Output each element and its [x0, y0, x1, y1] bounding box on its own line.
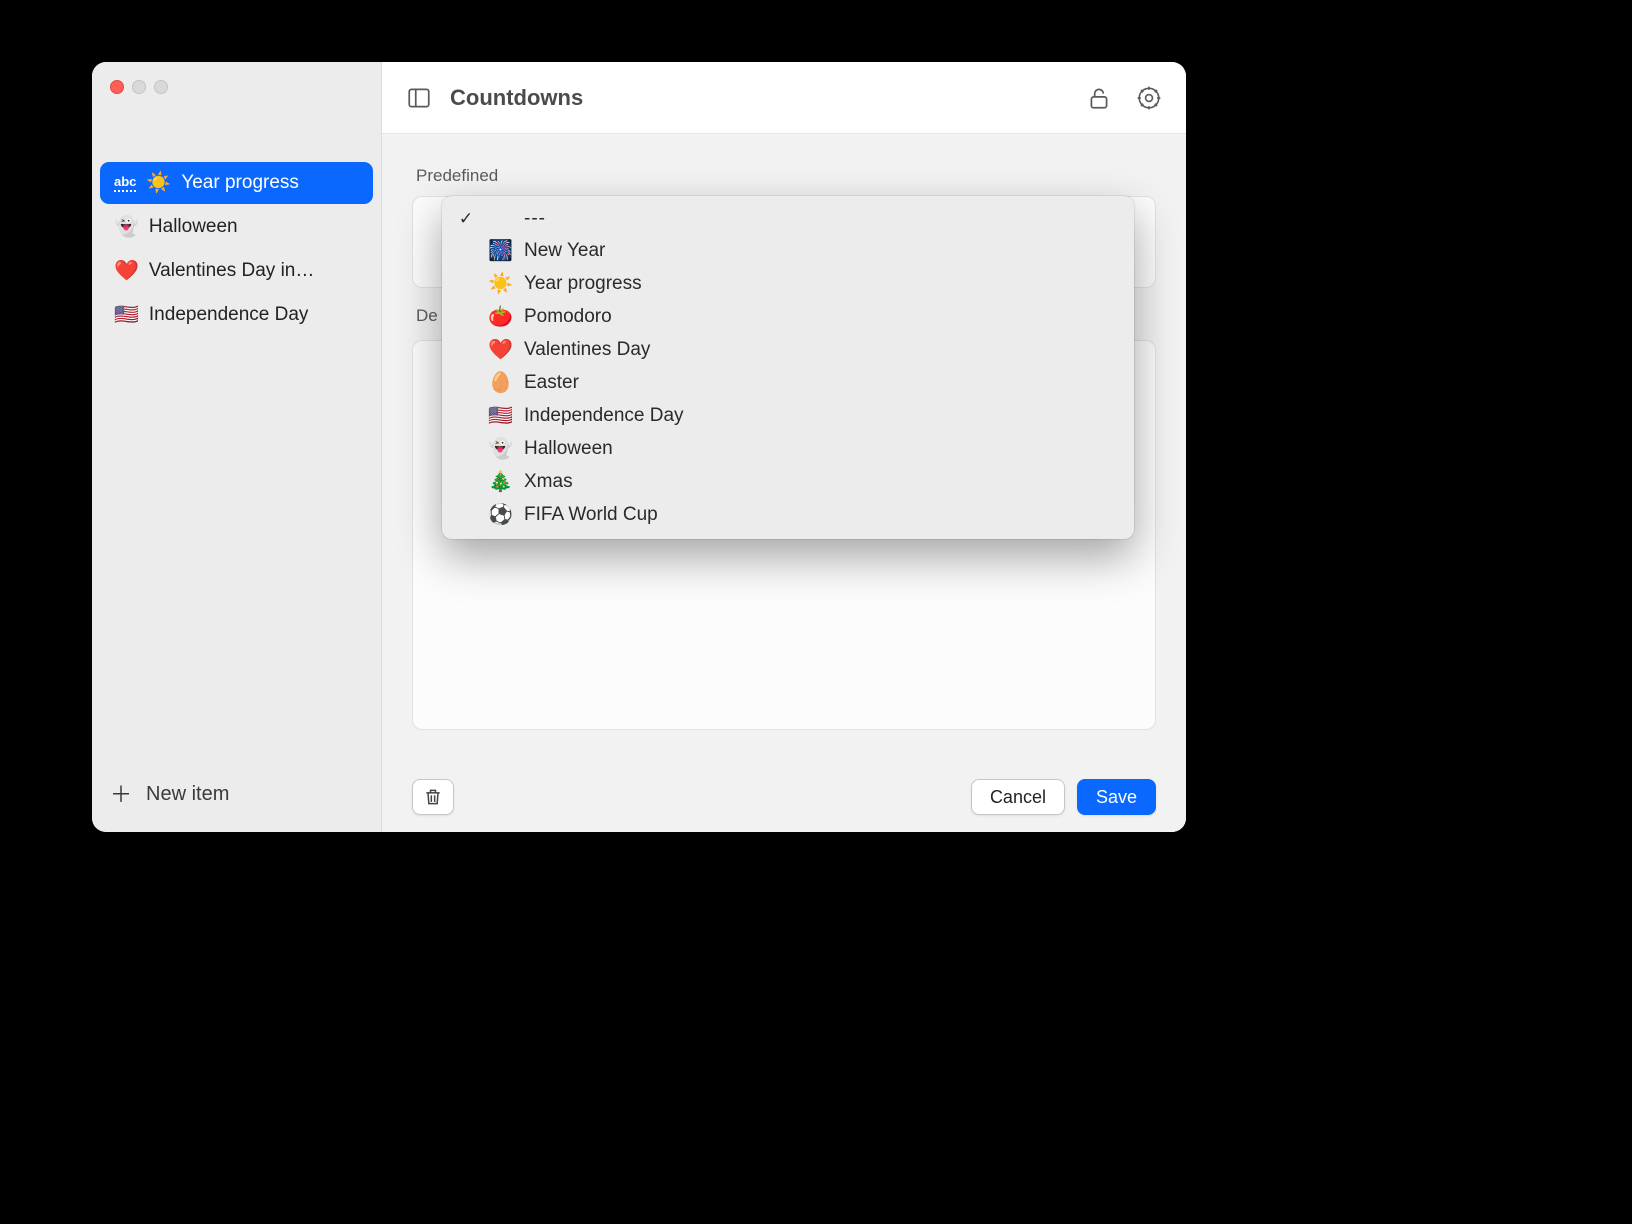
cancel-button[interactable]: Cancel — [971, 779, 1065, 815]
page-title: Countdowns — [450, 85, 583, 111]
ghost-icon: 👻 — [114, 217, 139, 237]
us-flag-icon: 🇺🇸 — [114, 305, 139, 325]
delete-button[interactable] — [412, 779, 454, 815]
gear-icon — [1136, 85, 1162, 111]
unlocked-icon — [1086, 85, 1112, 111]
dropdown-option-valentines[interactable]: ❤️ Valentines Day — [442, 333, 1134, 366]
predefined-dropdown-menu: ✓ --- 🎆 New Year ☀️ Year progress 🍅 — [442, 196, 1134, 539]
dropdown-option-independence-day[interactable]: 🇺🇸 Independence Day — [442, 399, 1134, 432]
tomato-icon: 🍅 — [488, 304, 512, 329]
heart-icon: ❤️ — [114, 261, 139, 281]
app-window: abc ☀️ Year progress 👻 Halloween ❤️ Vale… — [92, 62, 1186, 832]
dropdown-option-easter[interactable]: 🥚 Easter — [442, 366, 1134, 399]
option-label: Independence Day — [524, 405, 684, 427]
ghost-icon: 👻 — [488, 436, 512, 461]
window-controls — [92, 62, 381, 114]
sidebar-item-label: Year progress — [181, 172, 299, 194]
sun-icon: ☀️ — [146, 173, 171, 193]
rename-indicator: abc — [114, 174, 136, 192]
form-content: Predefined De ✓ --- 🎆 New Year ☀️ — [382, 134, 1186, 762]
sidebar-toggle-button[interactable] — [406, 85, 432, 111]
sidebar-item-label: Valentines Day in… — [149, 260, 314, 282]
sidebar-item-label: Independence Day — [149, 304, 309, 326]
option-label: FIFA World Cup — [524, 504, 658, 526]
sidebar-item-label: Halloween — [149, 216, 238, 238]
dropdown-option-year-progress[interactable]: ☀️ Year progress — [442, 267, 1134, 300]
action-bar: Cancel Save — [382, 762, 1186, 832]
sidebar-toggle-icon — [406, 85, 432, 111]
sidebar-item-year-progress[interactable]: abc ☀️ Year progress — [100, 162, 373, 204]
close-window-button[interactable] — [110, 80, 124, 94]
fireworks-icon: 🎆 — [488, 238, 512, 263]
predefined-label: Predefined — [416, 166, 1156, 186]
sidebar-list: abc ☀️ Year progress 👻 Halloween ❤️ Vale… — [92, 114, 381, 767]
new-item-label: New item — [146, 783, 229, 806]
soccer-icon: ⚽ — [488, 502, 512, 527]
save-button[interactable]: Save — [1077, 779, 1156, 815]
option-label: Xmas — [524, 471, 573, 493]
toolbar: Countdowns — [382, 62, 1186, 134]
plus-icon: ＋ — [110, 784, 132, 806]
lock-toggle-button[interactable] — [1086, 85, 1112, 111]
checkmark-icon: ✓ — [456, 209, 476, 229]
option-label: Year progress — [524, 273, 642, 295]
option-label: --- — [524, 208, 546, 230]
sun-icon: ☀️ — [488, 271, 512, 296]
sidebar-item-independence-day[interactable]: 🇺🇸 Independence Day — [100, 294, 373, 336]
dropdown-option-fifa[interactable]: ⚽ FIFA World Cup — [442, 498, 1134, 531]
option-label: Pomodoro — [524, 306, 612, 328]
option-label: Valentines Day — [524, 339, 650, 361]
sidebar-item-valentines[interactable]: ❤️ Valentines Day in… — [100, 250, 373, 292]
us-flag-icon: 🇺🇸 — [488, 403, 512, 428]
dropdown-option-xmas[interactable]: 🎄 Xmas — [442, 465, 1134, 498]
option-label: Halloween — [524, 438, 613, 460]
main-panel: Countdowns — [382, 62, 1186, 832]
dropdown-option-halloween[interactable]: 👻 Halloween — [442, 432, 1134, 465]
dropdown-option-pomodoro[interactable]: 🍅 Pomodoro — [442, 300, 1134, 333]
option-label: New Year — [524, 240, 605, 262]
settings-button[interactable] — [1136, 85, 1162, 111]
trash-icon — [423, 787, 443, 807]
dropdown-option-none[interactable]: ✓ --- — [442, 204, 1134, 234]
zoom-window-button[interactable] — [154, 80, 168, 94]
new-item-button[interactable]: ＋ New item — [92, 767, 381, 832]
tree-icon: 🎄 — [488, 469, 512, 494]
sidebar: abc ☀️ Year progress 👻 Halloween ❤️ Vale… — [92, 62, 382, 832]
sidebar-item-halloween[interactable]: 👻 Halloween — [100, 206, 373, 248]
minimize-window-button[interactable] — [132, 80, 146, 94]
dropdown-option-new-year[interactable]: 🎆 New Year — [442, 234, 1134, 267]
heart-icon: ❤️ — [488, 337, 512, 362]
egg-icon: 🥚 — [488, 370, 512, 395]
option-label: Easter — [524, 372, 579, 394]
